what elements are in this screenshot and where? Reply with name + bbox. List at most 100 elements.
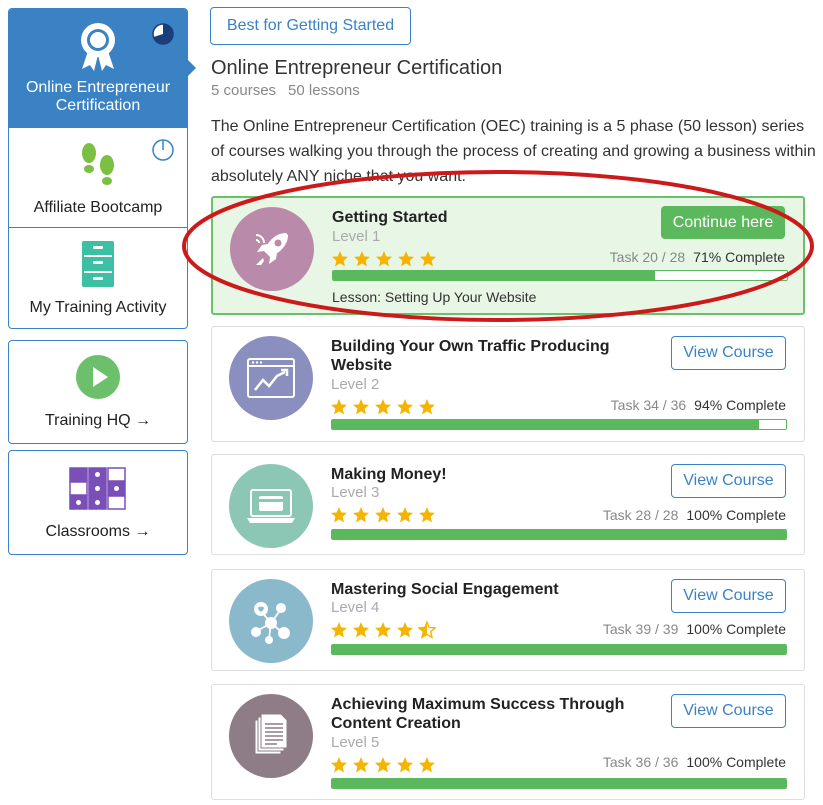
task-progress: Task 34 / 36 94% Complete [611,397,786,413]
star-icon [375,622,391,638]
course-card-getting-started: Getting Started Level 1 Continue here Ta… [211,196,805,315]
star-icon [353,399,369,415]
course-level: Level 5 [331,734,380,751]
task-count: Task 28 / 28 [602,507,679,523]
star-icon [397,757,413,773]
course-thumbnail [229,336,313,420]
award-ribbon-icon [81,23,115,71]
percent-complete: 100% Complete [686,621,786,637]
star-icon [419,399,435,415]
star-icon [397,399,413,415]
task-count: Task 34 / 36 [610,397,687,413]
course-title[interactable]: Making Money! [331,465,447,484]
sidebar-item-oec[interactable]: Online Entrepreneur Certification [9,9,196,127]
filter-button[interactable]: Best for Getting Started [210,7,411,45]
star-icon [331,507,347,523]
star-icon [375,757,391,773]
course-count: 5 courses [211,82,277,99]
half-star-icon [418,621,436,639]
social-network-icon [251,602,290,644]
star-icon [419,507,435,523]
progress-fill [332,530,786,539]
course-thumbnail [229,464,313,548]
star-icon [353,507,369,523]
progress-fill [333,271,656,280]
course-level: Level 4 [331,599,380,616]
sidebar-item-affiliate-bootcamp[interactable]: Affiliate Bootcamp [9,127,187,227]
course-level: Level 2 [331,376,380,393]
rating-stars [330,756,436,774]
task-count: Task 36 / 36 [602,754,679,770]
percent-complete: 100% Complete [686,754,786,770]
task-progress: Task 36 / 36 100% Complete [603,754,786,770]
course-thumbnail [230,207,314,291]
course-meta: 5 courses 50 lessons [211,82,360,99]
sidebar-item-label: My Training Activity [29,299,167,316]
footprints-icon [82,143,114,185]
sidebar-item-training-hq[interactable]: Training HQ → [9,341,187,443]
star-icon [353,757,369,773]
task-progress: Task 28 / 28 100% Complete [603,507,786,523]
rating-stars [330,506,436,524]
continue-here-button[interactable]: Continue here [661,206,785,239]
star-icon [420,251,436,267]
sidebar-item-label: Online Entrepreneur [25,79,171,96]
current-lesson[interactable]: Lesson: Setting Up Your Website [332,289,536,305]
page-title: Online Entrepreneur Certification [211,57,503,79]
course-title[interactable]: Getting Started [332,208,448,227]
star-icon [398,251,414,267]
star-icon [376,251,392,267]
star-icon [397,622,413,638]
course-level: Level 3 [331,484,380,501]
star-icon [354,251,370,267]
progress-bar [331,419,787,430]
sidebar-item-classrooms[interactable]: Classrooms → [9,451,187,554]
course-title[interactable]: Building Your Own Traffic Producing Webs… [331,337,631,375]
task-progress: Task 20 / 28 71% Complete [610,249,785,265]
view-course-button[interactable]: View Course [671,464,786,498]
course-thumbnail [229,579,313,663]
course-card-traffic-website: Building Your Own Traffic Producing Webs… [211,326,805,442]
active-pointer [187,59,196,77]
website-growth-icon [247,358,295,398]
course-title[interactable]: Mastering Social Engagement [331,580,559,599]
sidebar-item-label-2: Certification [55,97,141,114]
classroom-grid-icon [69,467,126,510]
progress-bar [331,529,787,540]
course-title[interactable]: Achieving Maximum Success Through Conten… [331,695,641,733]
progress-ring-icon [152,139,174,161]
progress-fill [332,779,786,788]
task-count: Task 39 / 39 [602,621,679,637]
view-course-button[interactable]: View Course [671,336,786,370]
percent-complete: 94% Complete [694,397,786,413]
view-course-button[interactable]: View Course [671,579,786,613]
star-icon [353,622,369,638]
progress-bar [331,644,787,655]
view-course-button[interactable]: View Course [671,694,786,728]
progress-bar [331,778,787,789]
star-icon [332,251,348,267]
lesson-count: 50 lessons [288,82,360,99]
sidebar-training-hq[interactable]: Training HQ → [8,340,188,444]
course-thumbnail [229,694,313,778]
star-icon [397,507,413,523]
progress-fill [332,420,759,429]
sidebar-course-group: Online Entrepreneur Certification Affili… [8,8,196,329]
star-icon [375,507,391,523]
star-icon [419,757,435,773]
course-level: Level 1 [332,228,381,245]
rating-stars [330,621,436,639]
credit-card-laptop-icon [247,489,295,523]
progress-bar [332,270,788,281]
certification-description: The Online Entrepreneur Certification (O… [211,118,816,185]
progress-fill [332,645,786,654]
course-card-making-money: Making Money! Level 3 View Course Task 2… [211,454,805,555]
task-progress: Task 39 / 39 100% Complete [603,621,786,637]
documents-icon [254,713,288,755]
rating-stars [331,250,437,268]
rocket-icon [255,233,288,265]
sidebar-classrooms[interactable]: Classrooms → [8,450,188,555]
task-count: Task 20 / 28 [609,249,686,265]
percent-complete: 100% Complete [686,507,786,523]
sidebar-item-my-training-activity[interactable]: My Training Activity [9,227,187,328]
